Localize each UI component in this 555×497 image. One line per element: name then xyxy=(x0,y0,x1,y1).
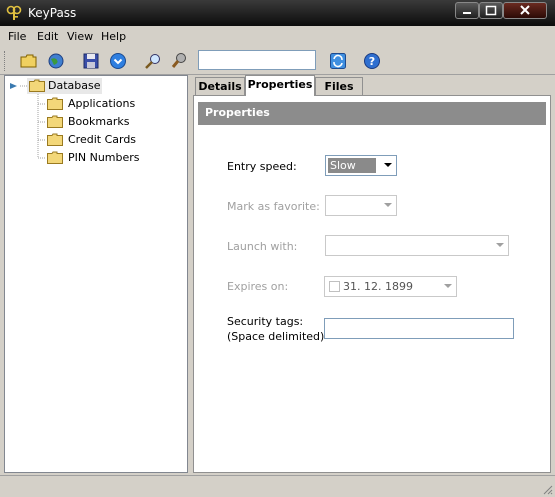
minimize-button[interactable] xyxy=(455,2,479,19)
search-input[interactable] xyxy=(198,50,316,70)
find-button[interactable] xyxy=(143,51,163,71)
chevron-down-icon xyxy=(496,243,504,247)
sync-button[interactable] xyxy=(328,51,348,71)
tree-item-credit-cards[interactable]: Credit Cards xyxy=(45,132,145,148)
expires-checkbox[interactable] xyxy=(329,281,340,292)
folder-icon xyxy=(47,97,63,110)
tree-item-label: Applications xyxy=(68,97,136,110)
chevron-down-icon xyxy=(444,284,452,288)
open-button[interactable] xyxy=(19,51,39,71)
close-button[interactable] xyxy=(503,2,547,19)
tree-item-label: PIN Numbers xyxy=(68,151,140,164)
expires-on-label: Expires on: xyxy=(227,280,289,293)
mark-favorite-label: Mark as favorite: xyxy=(227,200,320,213)
help-button[interactable]: ? xyxy=(362,51,382,71)
security-tags-input[interactable] xyxy=(324,318,514,339)
launch-with-label: Launch with: xyxy=(227,240,298,253)
app-window: KeyPass File Edit View Help ? Database A… xyxy=(0,0,555,497)
folder-icon xyxy=(47,133,63,146)
resize-grip-icon[interactable] xyxy=(541,483,553,495)
entry-speed-select[interactable]: Slow xyxy=(325,155,397,176)
status-bar xyxy=(0,475,555,497)
folder-icon xyxy=(47,151,63,164)
tab-details[interactable]: Details xyxy=(195,77,245,95)
security-tags-hint: (Space delimited) xyxy=(227,330,325,343)
toolbar-grip[interactable] xyxy=(4,51,8,71)
menu-view[interactable]: View xyxy=(67,30,93,43)
chevron-down-icon xyxy=(384,203,392,207)
folder-icon xyxy=(29,79,45,92)
download-button[interactable] xyxy=(108,51,128,71)
menu-help[interactable]: Help xyxy=(101,30,126,43)
tree-item-applications[interactable]: Applications xyxy=(45,96,145,112)
menu-edit[interactable]: Edit xyxy=(37,30,58,43)
expires-on-date-picker[interactable]: 31. 12. 1899 xyxy=(324,276,457,297)
properties-panel: Properties Entry speed: Slow Mark as fav… xyxy=(193,95,551,473)
panel-header: Properties xyxy=(198,102,546,125)
menu-file[interactable]: File xyxy=(8,30,26,43)
svg-text:?: ? xyxy=(369,55,375,68)
tree-item-pin-numbers[interactable]: PIN Numbers xyxy=(45,150,145,166)
menu-bar: File Edit View Help xyxy=(0,27,555,47)
window-title: KeyPass xyxy=(28,6,77,20)
web-button[interactable] xyxy=(46,51,66,71)
tab-strip: Details Properties Files xyxy=(193,75,551,96)
help-icon: ? xyxy=(364,53,380,69)
key-icon xyxy=(6,5,22,20)
tree-item-label: Credit Cards xyxy=(68,133,137,146)
title-bar[interactable]: KeyPass xyxy=(0,0,555,26)
search-icon xyxy=(145,54,160,69)
tree-item-label: Database xyxy=(48,79,101,92)
open-folder-icon xyxy=(20,54,37,68)
category-tree[interactable]: Database Applications Bookmarks Credit C… xyxy=(4,75,188,473)
save-button[interactable] xyxy=(81,51,101,71)
security-tags-label: Security tags: xyxy=(227,315,304,328)
tools-icon xyxy=(171,53,186,68)
globe-icon xyxy=(48,53,64,69)
maximize-button[interactable] xyxy=(479,2,503,19)
expires-on-value: 31. 12. 1899 xyxy=(343,280,413,293)
chevron-down-icon xyxy=(384,163,392,167)
tools-button[interactable] xyxy=(170,51,190,71)
tree-item-label: Bookmarks xyxy=(68,115,130,128)
tab-files[interactable]: Files xyxy=(315,77,363,95)
folder-icon xyxy=(47,115,63,128)
entry-speed-value: Slow xyxy=(328,158,376,173)
entry-speed-label: Entry speed: xyxy=(227,160,297,173)
sync-icon xyxy=(330,53,346,69)
toolbar: ? xyxy=(0,48,555,75)
mark-favorite-select[interactable] xyxy=(325,195,397,216)
tree-item-bookmarks[interactable]: Bookmarks xyxy=(45,114,145,130)
save-icon xyxy=(83,53,99,69)
minimize-icon xyxy=(463,12,471,14)
maximize-icon xyxy=(485,5,497,16)
tree-item-database[interactable]: Database xyxy=(27,78,102,94)
close-icon xyxy=(520,5,530,15)
tab-properties[interactable]: Properties xyxy=(245,75,315,96)
launch-with-select[interactable] xyxy=(325,235,509,256)
download-icon xyxy=(110,53,126,69)
